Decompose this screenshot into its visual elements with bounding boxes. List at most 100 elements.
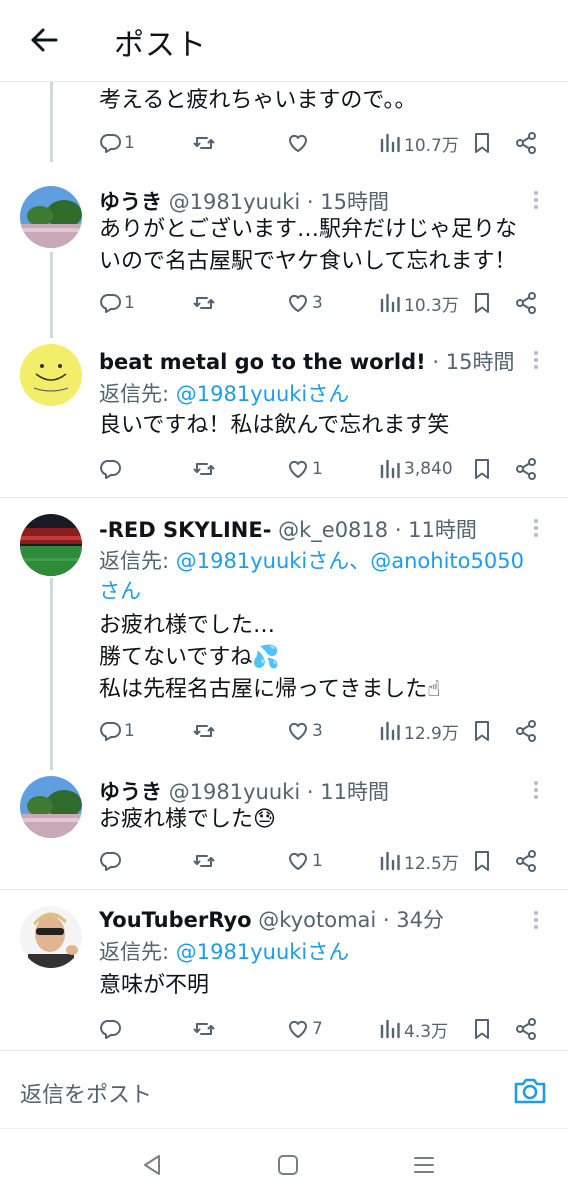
- display-name[interactable]: ゆうき: [99, 780, 162, 804]
- reply-to: 返信先: @1981yuukiさん、@anohito5050 さん: [99, 546, 524, 606]
- speech-bubble-icon: [98, 1017, 122, 1041]
- retweet-button[interactable]: [192, 454, 216, 484]
- tweet-meta: beat metal go to the world! · 15時間: [99, 346, 515, 376]
- tweet-meta: ゆうき @1981yuuki · 11時間: [99, 776, 389, 806]
- display-name[interactable]: beat metal go to the world!: [99, 350, 426, 374]
- speech-bubble-icon: [98, 849, 122, 873]
- nav-back-button[interactable]: [138, 1151, 166, 1179]
- tweet-text-line: お疲れ様でした…: [99, 613, 276, 638]
- reply-to-link[interactable]: @1981yuukiさん: [176, 940, 350, 964]
- share-button[interactable]: [514, 128, 538, 158]
- display-name[interactable]: ゆうき: [99, 190, 162, 214]
- reply-to-prefix: 返信先:: [99, 940, 176, 964]
- tweet-text: 良いですね！私は飲んで忘れます笑: [99, 413, 450, 438]
- heart-icon: [286, 719, 310, 743]
- bookmark-button[interactable]: [470, 846, 494, 876]
- square-home-icon: [278, 1155, 298, 1175]
- tweet[interactable]: YouTuberRyo @kyotomai · 34分 返信先: @1981yu…: [0, 902, 568, 1047]
- user-handle: @kyotomai: [258, 908, 377, 932]
- reply-to-link[interactable]: さん: [99, 579, 141, 603]
- like-button[interactable]: [286, 128, 312, 158]
- views-button[interactable]: 12.9万: [378, 716, 459, 746]
- avatar[interactable]: [20, 776, 82, 838]
- more-vertical-icon[interactable]: [528, 188, 544, 212]
- tweet[interactable]: -RED SKYLINE- @k_e0818 · 11時間 返信先: @1981…: [0, 510, 568, 760]
- retweet-icon: [192, 291, 216, 315]
- like-button[interactable]: 3: [286, 716, 323, 746]
- avatar[interactable]: [20, 344, 82, 406]
- more-vertical-icon[interactable]: [528, 908, 544, 932]
- share-button[interactable]: [514, 716, 538, 746]
- bookmark-icon: [470, 131, 494, 155]
- reply-button[interactable]: [98, 846, 124, 876]
- reply-composer[interactable]: 返信をポスト: [0, 1050, 568, 1128]
- views-button[interactable]: 3,840: [378, 454, 453, 484]
- views-button[interactable]: 12.5万: [378, 846, 459, 876]
- nav-home-button[interactable]: [274, 1151, 302, 1179]
- tweet-actions: 1 10.7万: [98, 128, 548, 158]
- retweet-button[interactable]: [192, 128, 216, 158]
- like-count: 7: [312, 1019, 323, 1039]
- more-vertical-icon[interactable]: [528, 516, 544, 540]
- bookmark-icon: [470, 1017, 494, 1041]
- camera-button[interactable]: [512, 1073, 548, 1109]
- more-vertical-icon[interactable]: [528, 778, 544, 802]
- bookmark-button[interactable]: [470, 1014, 494, 1044]
- views-button[interactable]: 10.7万: [378, 128, 459, 158]
- tweet[interactable]: 考えると疲れちゃいますので。。 1 10.7万: [0, 82, 568, 172]
- retweet-button[interactable]: [192, 288, 216, 318]
- tweet[interactable]: ゆうき @1981yuuki · 11時間 お疲れ様でした😓 1 12.5万: [0, 772, 568, 882]
- share-icon: [514, 291, 538, 315]
- like-button[interactable]: 1: [286, 846, 323, 876]
- reply-button[interactable]: 1: [98, 716, 135, 746]
- bookmark-button[interactable]: [470, 128, 494, 158]
- views-button[interactable]: 10.3万: [378, 288, 459, 318]
- display-name[interactable]: YouTuberRyo: [99, 908, 252, 932]
- retweet-button[interactable]: [192, 716, 216, 746]
- like-count: 1: [312, 459, 323, 479]
- back-button[interactable]: [22, 22, 66, 58]
- retweet-button[interactable]: [192, 846, 216, 876]
- display-name[interactable]: -RED SKYLINE-: [99, 518, 271, 542]
- avatar[interactable]: [20, 514, 82, 576]
- tweet-text-line: いので名古屋駅でヤケ食いして忘れます！: [99, 249, 517, 274]
- nav-recents-button[interactable]: [410, 1151, 438, 1179]
- tweet[interactable]: beat metal go to the world! · 15時間 返信先: …: [0, 344, 568, 494]
- bar-chart-icon: [378, 719, 402, 743]
- avatar[interactable]: [20, 186, 82, 248]
- like-button[interactable]: 1: [286, 454, 323, 484]
- bookmark-button[interactable]: [470, 716, 494, 746]
- retweet-button[interactable]: [192, 1014, 216, 1044]
- reply-to-link[interactable]: @1981yuukiさん、@anohito5050: [176, 549, 524, 573]
- bookmark-button[interactable]: [470, 454, 494, 484]
- view-count: 12.9万: [404, 723, 459, 744]
- bar-chart-icon: [378, 849, 402, 873]
- tweet-text-line: 私は先程名古屋に帰ってきました☝: [99, 677, 441, 702]
- like-button[interactable]: 7: [286, 1014, 323, 1044]
- tweet[interactable]: ゆうき @1981yuuki · 15時間 ありがとございます…駅弁だけじゃ足り…: [0, 182, 568, 332]
- like-count: 3: [312, 721, 323, 741]
- view-count: 10.3万: [404, 295, 459, 316]
- reply-input[interactable]: 返信をポスト: [20, 1077, 152, 1109]
- tweet-text-line: ありがとございます…駅弁だけじゃ足りな: [99, 217, 518, 242]
- more-vertical-icon[interactable]: [528, 348, 544, 372]
- like-button[interactable]: 3: [286, 288, 323, 318]
- share-button[interactable]: [514, 454, 538, 484]
- tweet-text: ありがとございます…駅弁だけじゃ足りな いので名古屋駅でヤケ食いして忘れます！: [99, 214, 517, 278]
- share-button[interactable]: [514, 1014, 538, 1044]
- camera-icon: [514, 1078, 546, 1104]
- views-button[interactable]: 4.3万: [378, 1014, 448, 1044]
- share-button[interactable]: [514, 288, 538, 318]
- bookmark-button[interactable]: [470, 288, 494, 318]
- reply-button[interactable]: [98, 1014, 124, 1044]
- reply-count: 1: [124, 721, 135, 741]
- reply-button[interactable]: 1: [98, 128, 135, 158]
- bookmark-icon: [470, 719, 494, 743]
- reply-button[interactable]: [98, 454, 124, 484]
- avatar[interactable]: [20, 906, 82, 968]
- share-button[interactable]: [514, 846, 538, 876]
- retweet-icon: [192, 131, 216, 155]
- reply-button[interactable]: 1: [98, 288, 135, 318]
- bookmark-icon: [470, 291, 494, 315]
- reply-to-link[interactable]: @1981yuukiさん: [176, 382, 350, 406]
